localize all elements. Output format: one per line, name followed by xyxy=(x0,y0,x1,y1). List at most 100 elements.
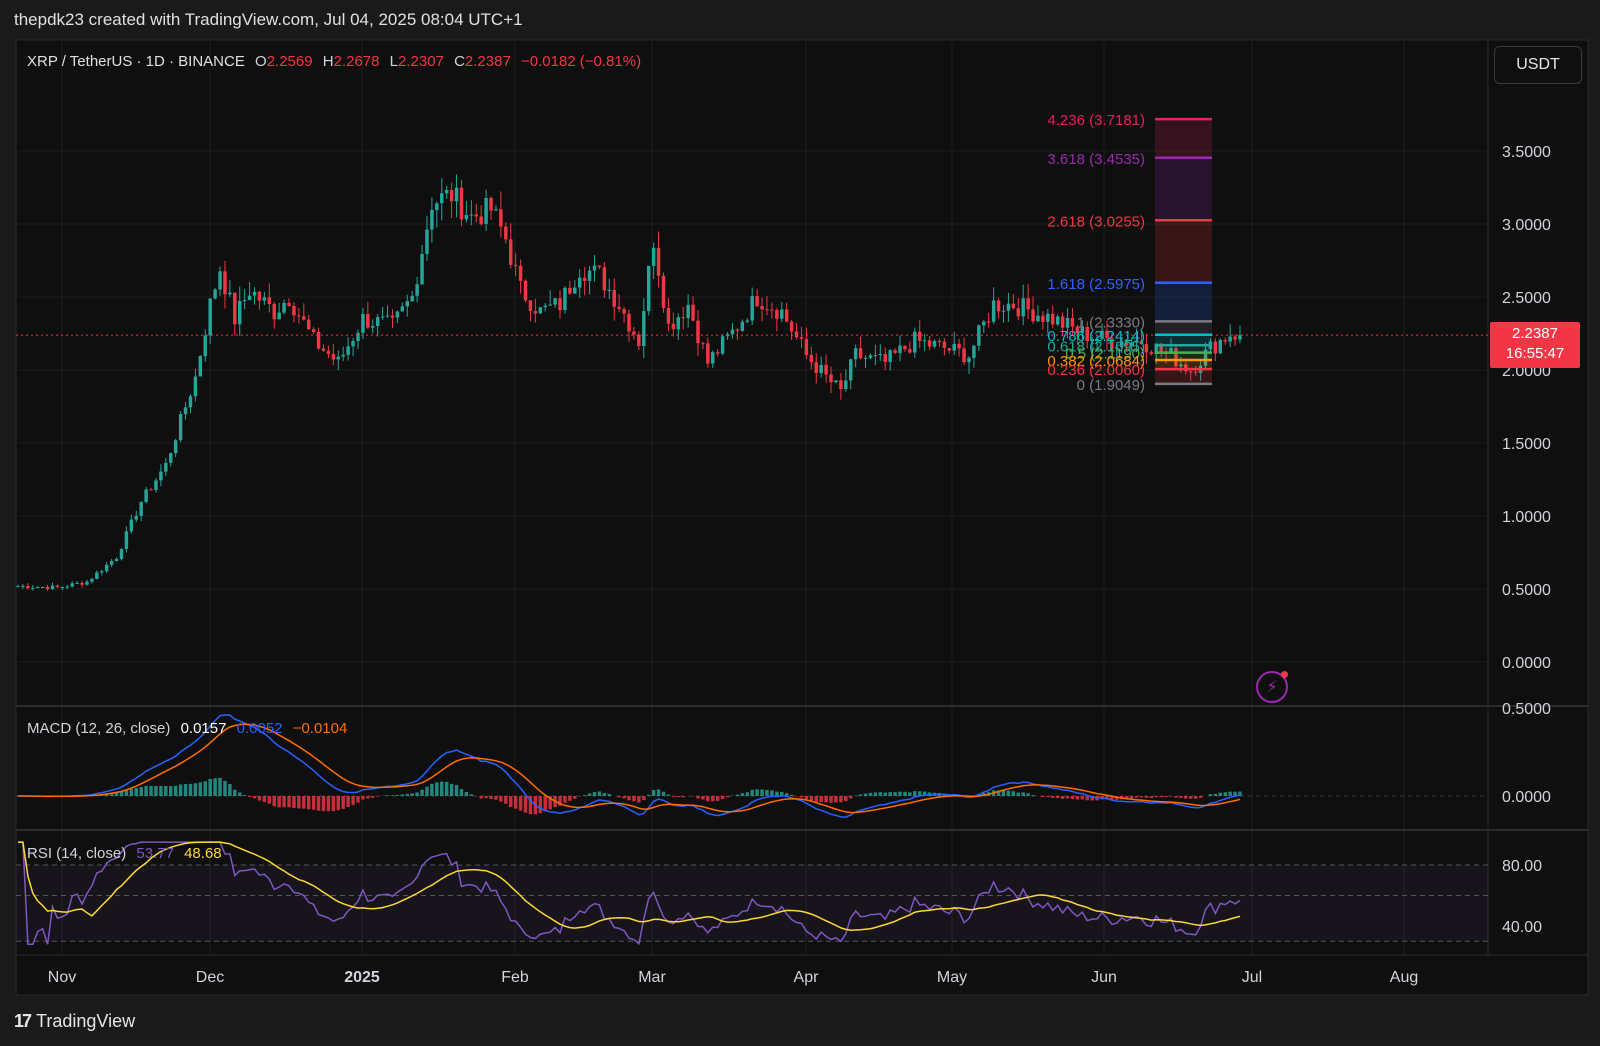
candle-body xyxy=(252,291,257,296)
candle-body xyxy=(913,331,917,353)
candle-body xyxy=(375,317,380,327)
macd-bar xyxy=(198,782,203,796)
macd-hist-value: 0.0157 xyxy=(180,720,227,737)
macd-bar xyxy=(484,796,488,799)
x-tick-label: Jul xyxy=(1242,969,1262,986)
candle-body xyxy=(410,295,414,302)
lightning-icon[interactable]: ⚡ xyxy=(1256,671,1288,703)
candle-body xyxy=(568,287,572,294)
macd-bar xyxy=(1184,796,1188,799)
candle-body xyxy=(430,209,434,230)
candle-body xyxy=(661,275,666,308)
macd-bar xyxy=(390,795,395,796)
y-tick-label: 0.0000 xyxy=(1502,655,1551,672)
candle-body xyxy=(1006,303,1011,311)
macd-bar xyxy=(223,780,227,796)
close-label: C xyxy=(454,53,465,70)
macd-bar xyxy=(366,796,370,799)
candle-body xyxy=(1223,340,1227,342)
macd-bar xyxy=(233,789,237,796)
candle-body xyxy=(60,586,65,588)
candle-body xyxy=(282,302,286,313)
candle-body xyxy=(361,313,365,333)
candle-body xyxy=(1011,303,1016,309)
candle-body xyxy=(208,298,212,336)
macd-bar xyxy=(385,795,390,796)
macd-bar xyxy=(617,796,621,798)
candle-body xyxy=(538,307,543,314)
macd-bar xyxy=(430,783,434,796)
macd-bar xyxy=(124,790,129,796)
high-label: H xyxy=(322,53,334,70)
bar-countdown: 16:55:47 xyxy=(1505,345,1565,362)
macd-bar xyxy=(415,792,419,796)
macd-bar xyxy=(1149,796,1154,798)
candle-body xyxy=(311,329,316,333)
brand-name: TradingView xyxy=(36,1011,136,1031)
candle-body xyxy=(351,341,355,347)
macd-bar xyxy=(1164,796,1168,798)
candle-body xyxy=(109,561,114,565)
macd-bar xyxy=(908,792,912,796)
candle-body xyxy=(257,291,262,301)
macd-bar xyxy=(1208,794,1213,796)
candle-body xyxy=(272,303,276,320)
macd-bar xyxy=(1021,792,1025,796)
rsi-band xyxy=(16,865,1488,942)
candle-body xyxy=(1070,317,1075,327)
candle-body xyxy=(814,362,818,374)
macd-bar xyxy=(1218,792,1223,796)
rsi-legend: RSI (14, close) 53.77 48.68 xyxy=(27,845,228,862)
candle-body xyxy=(509,239,513,265)
macd-bar xyxy=(725,796,730,798)
macd-bar xyxy=(706,796,710,802)
macd-bar xyxy=(646,794,651,796)
candle-body xyxy=(927,340,932,347)
rsi-axis-label: 40.00 xyxy=(1502,919,1542,936)
candle-body xyxy=(504,226,508,240)
macd-bar xyxy=(711,796,715,802)
tradingview-logo: 17 TradingView xyxy=(14,1011,135,1032)
macd-bar xyxy=(1179,796,1183,798)
candle-body xyxy=(775,309,779,319)
macd-bar xyxy=(134,787,138,796)
chart-canvas[interactable]: 3.50003.00002.50002.00001.50001.00000.50… xyxy=(0,0,1600,1046)
candle-body xyxy=(21,585,25,587)
candle-body xyxy=(804,338,809,355)
candle-body xyxy=(405,301,409,307)
candle-body xyxy=(326,350,331,355)
candle-body xyxy=(676,317,680,330)
candle-body xyxy=(558,298,562,311)
chart-bg xyxy=(15,39,1589,996)
candle-body xyxy=(986,321,991,323)
candle-body xyxy=(159,471,163,481)
macd-title[interactable]: MACD (12, 26, close) xyxy=(27,720,170,737)
candle-body xyxy=(829,374,833,383)
macd-bar xyxy=(395,794,400,796)
candle-body xyxy=(996,300,1001,312)
macd-bar xyxy=(1213,793,1218,796)
last-price-value: 2.2387 xyxy=(1512,325,1558,342)
close-value: 2.2387 xyxy=(464,53,511,70)
macd-bar xyxy=(804,796,809,800)
currency-button[interactable]: USDT xyxy=(1494,46,1582,84)
header-credit: thepdk23 created with TradingView.com, J… xyxy=(14,10,523,29)
candle-body xyxy=(1051,313,1055,325)
y-tick-label: 3.0000 xyxy=(1502,217,1551,234)
candle-body xyxy=(903,345,907,350)
macd-bar xyxy=(814,796,818,803)
symbol-pair[interactable]: XRP / TetherUS · 1D · BINANCE xyxy=(27,53,245,70)
fib-zone xyxy=(1155,119,1212,158)
candle-body xyxy=(1149,352,1154,355)
candle-body xyxy=(149,489,153,491)
macd-bar xyxy=(582,795,587,796)
candle-body xyxy=(701,343,705,345)
macd-bar xyxy=(479,796,483,799)
candle-body xyxy=(1060,316,1065,328)
macd-bar xyxy=(1065,796,1070,799)
rsi-title[interactable]: RSI (14, close) xyxy=(27,845,126,862)
candle-body xyxy=(390,315,395,318)
candle-body xyxy=(592,265,597,271)
candle-body xyxy=(139,501,143,516)
candle-body xyxy=(696,320,700,344)
